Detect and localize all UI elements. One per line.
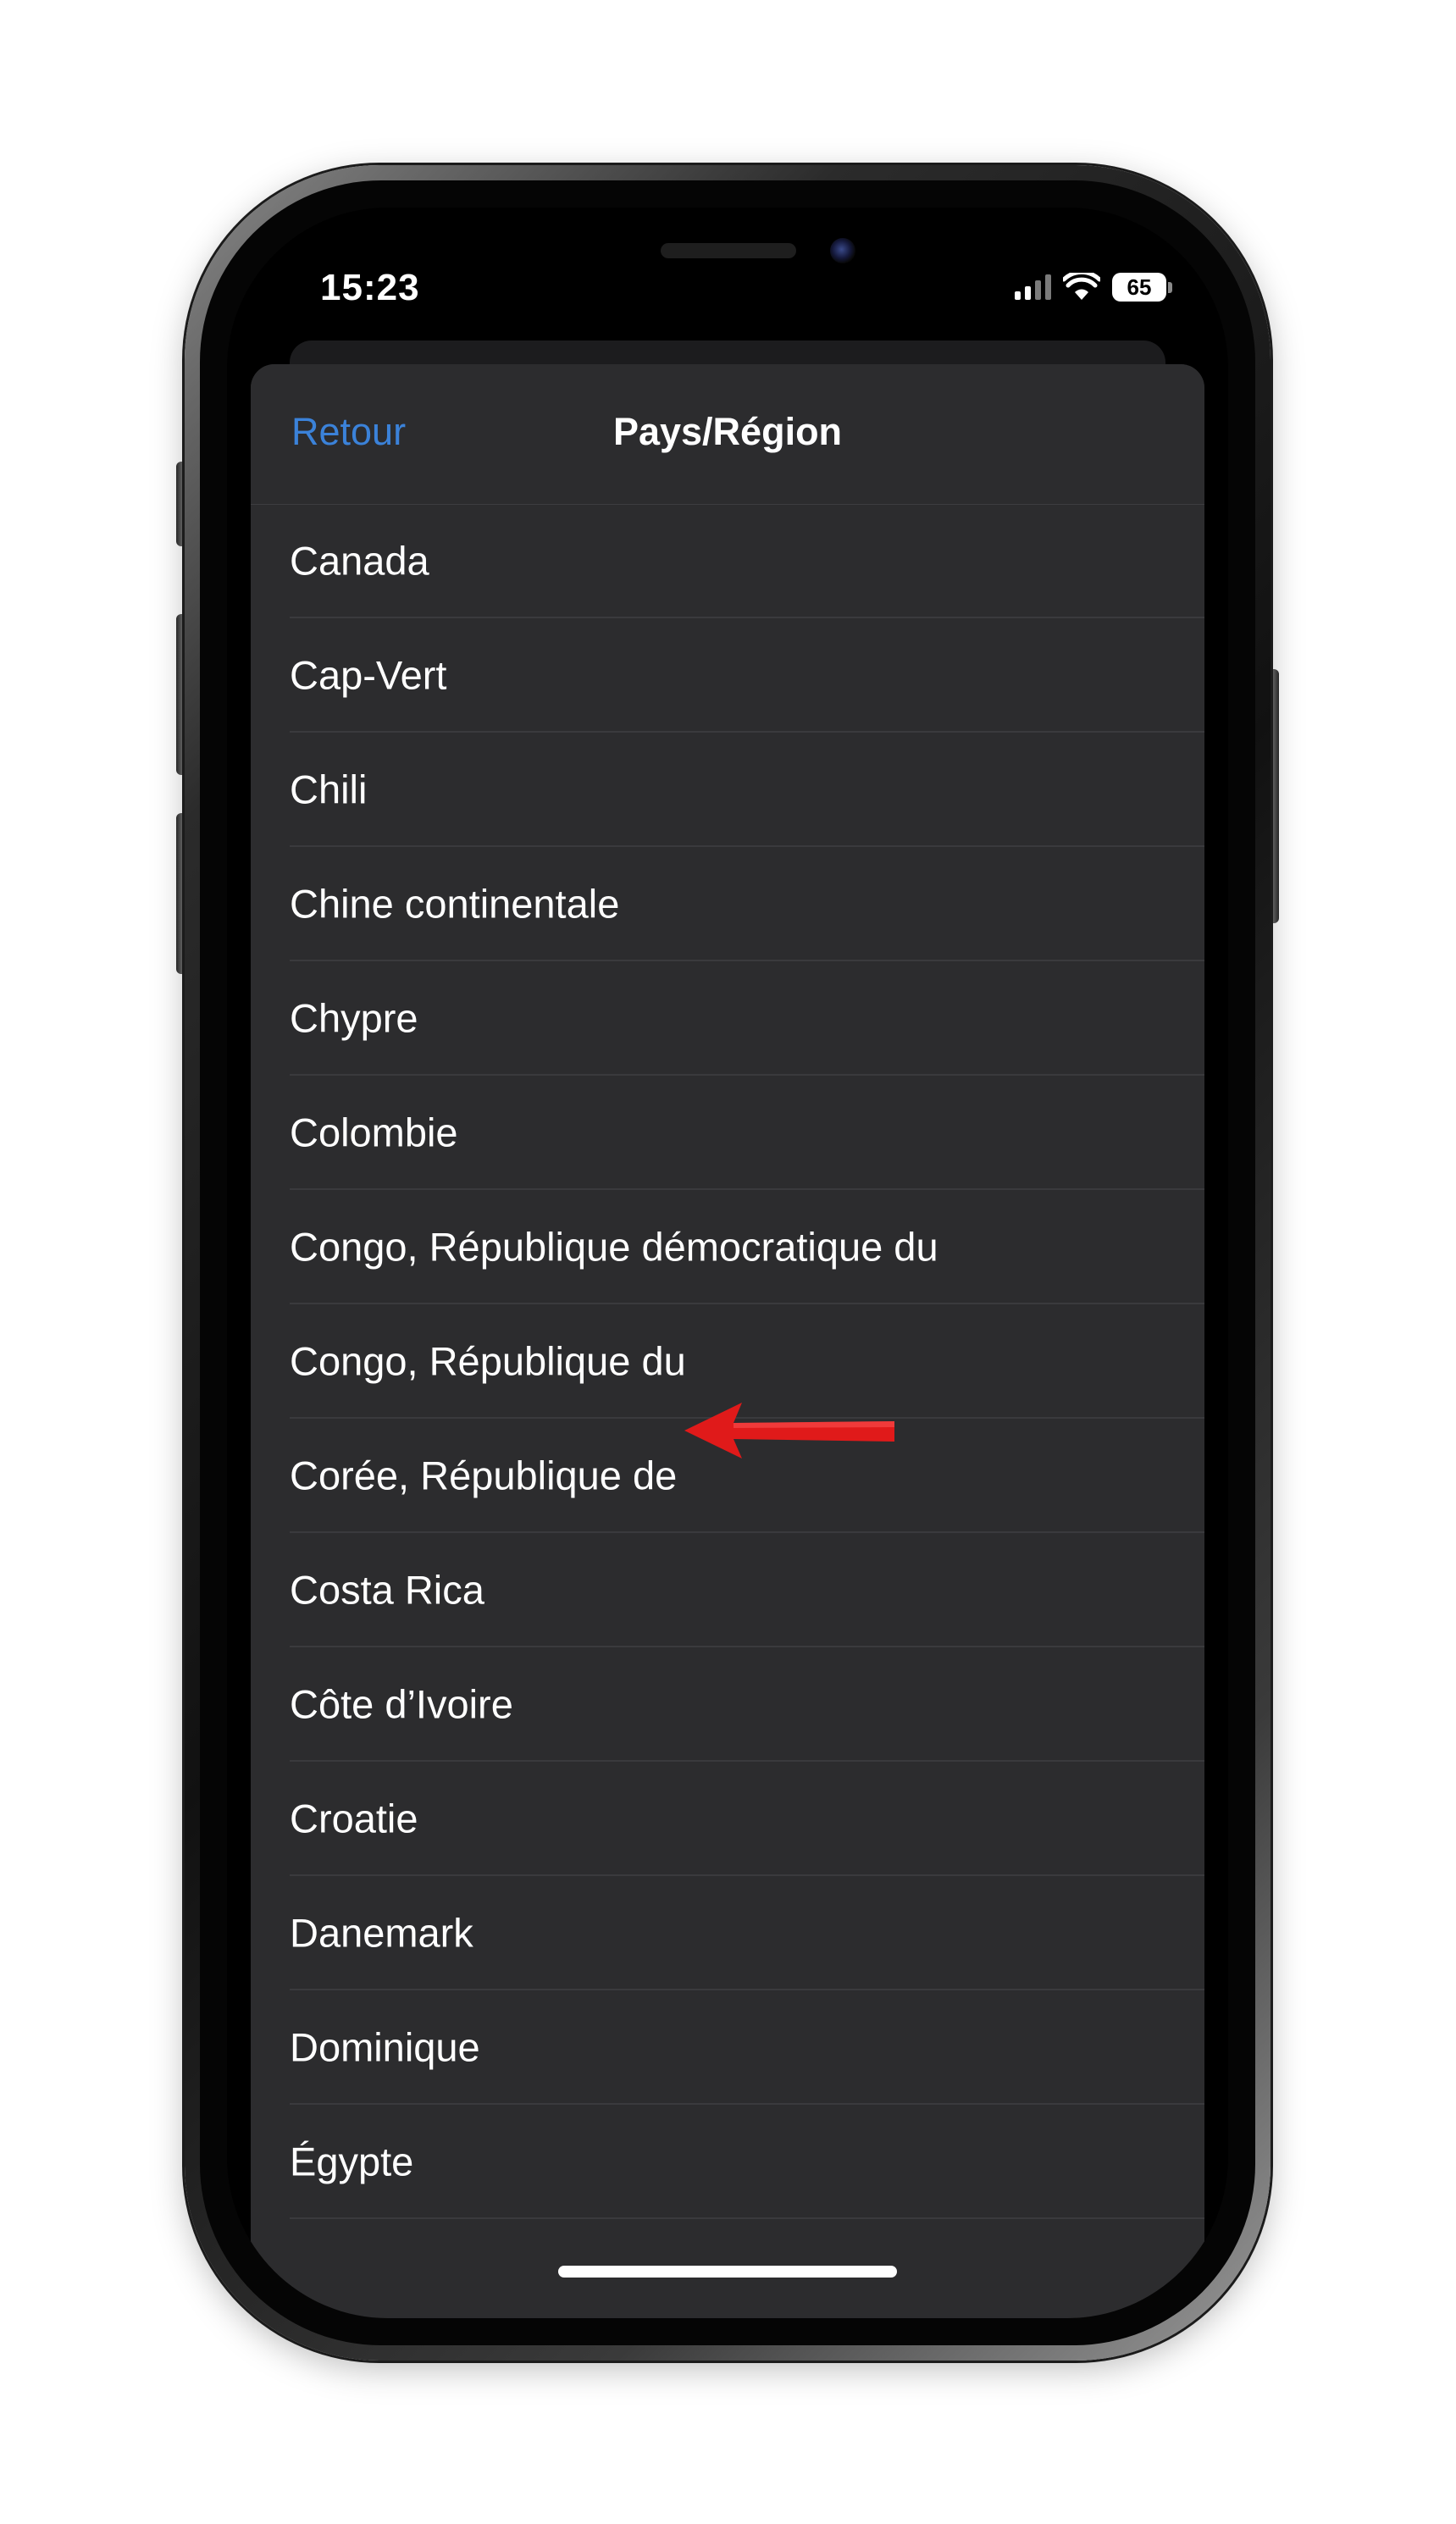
page-canvas: 15:23 65 Retour Pays/Région Canada Cap-V… [0,0,1456,2524]
list-item-label: Égypte [290,2139,414,2184]
list-item-label: Chili [290,767,368,811]
list-item[interactable]: Danemark [290,1876,1204,1990]
list-item[interactable]: Croatie [290,1762,1204,1876]
list-item-label: Canada [290,538,429,583]
list-item[interactable]: Congo, République démocratique du [290,1190,1204,1304]
list-item-label: Congo, République du [290,1338,686,1383]
page-title: Pays/Région [612,410,843,453]
cellular-signal-icon [1015,274,1051,300]
list-item-label: Chypre [290,995,418,1040]
list-item-label: Croatie [290,1796,418,1840]
list-item-label: Colombie [290,1110,458,1154]
list-item[interactable]: Costa Rica [290,1533,1204,1647]
country-sheet: Retour Pays/Région CamerounCanadaCap-Ver… [251,364,1204,2318]
list-item-label: Corée, République de [290,1453,678,1497]
home-indicator [558,2266,897,2278]
red-arrow-annotation [684,1403,894,1458]
list-item[interactable]: Égypte [290,2105,1204,2219]
status-time: 15:23 [320,267,420,308]
list-item[interactable]: Canada [290,504,1204,618]
notch [520,208,935,272]
battery-icon: 65 [1112,273,1172,302]
speaker-grille [661,243,796,258]
battery-level: 65 [1112,273,1166,302]
wifi-icon [1063,273,1100,300]
list-item-label: Chine continentale [290,881,620,926]
status-icons: 65 [1015,270,1172,304]
list-item[interactable]: Cap-Vert [290,618,1204,733]
battery-tip [1168,281,1172,293]
list-item-label: Costa Rica [290,1567,484,1612]
navigation-bar: Retour Pays/Région [251,364,1204,505]
list-item-label: Congo, République démocratique du [290,1224,938,1269]
list-item[interactable]: Chili [290,733,1204,847]
list-item[interactable]: Colombie [290,1076,1204,1190]
list-item-label: Dominique [290,2024,480,2069]
list-item-label: Cap-Vert [290,652,447,697]
list-item-label: Côte d’Ivoire [290,1681,513,1726]
list-item[interactable]: Dominique [290,1990,1204,2105]
front-camera [830,238,855,263]
list-item[interactable]: Chypre [290,961,1204,1076]
phone-screen: 15:23 65 Retour Pays/Région Canada Cap-V… [227,208,1228,2318]
list-item-label: Danemark [290,1910,473,1955]
list-item[interactable]: Côte d’Ivoire [290,1647,1204,1762]
list-item[interactable]: Chine continentale [290,847,1204,961]
